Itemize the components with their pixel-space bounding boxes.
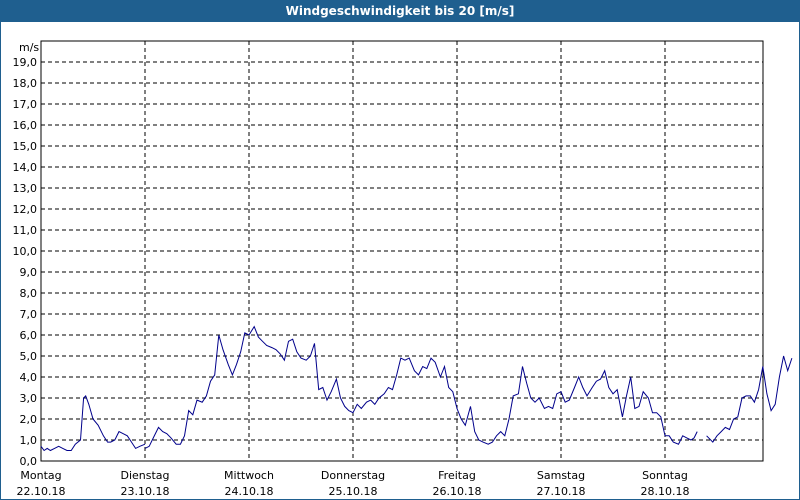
- chart-window: Windgeschwindigkeit bis 20 [m/s] m/s 0,0…: [0, 0, 800, 500]
- y-tick-label: 19,0: [13, 56, 38, 69]
- y-tick-label: 5,0: [20, 350, 38, 363]
- y-tick-label: 2,0: [20, 413, 38, 426]
- y-tick-label: 9,0: [20, 266, 38, 279]
- x-day-label: Dienstag: [120, 469, 169, 482]
- y-axis-ticks: 0,0 1,0 2,0 3,0 4,0 5,0 6,0 7,0 8,0 9,0 10,0 11,0 12…: [13, 56, 38, 468]
- y-tick-label: 7,0: [20, 308, 38, 321]
- x-day-label: Samstag: [537, 469, 585, 482]
- y-tick-label: 13,0: [13, 182, 38, 195]
- y-tick-label: 15,0: [13, 140, 38, 153]
- x-date-label: 25.10.18: [329, 485, 378, 498]
- x-day-label: Freitag: [438, 469, 476, 482]
- y-tick-label: 10,0: [13, 245, 38, 258]
- y-tick-label: 17,0: [13, 98, 38, 111]
- y-tick-label: 11,0: [13, 224, 38, 237]
- x-date-label: 27.10.18: [537, 485, 586, 498]
- y-tick-label: 8,0: [20, 287, 38, 300]
- y-tick-label: 16,0: [13, 119, 38, 132]
- wind-speed-chart: m/s 0,0 1,0 2,0 3,0 4,0 5,0 6,0 7,0 8,0 9,0 10,0 11…: [13, 40, 793, 498]
- y-tick-label: 4,0: [20, 371, 38, 384]
- y-tick-label: 6,0: [20, 329, 38, 342]
- x-axis-labels: Montag 22.10.18 Dienstag 23.10.18 Mittwoch 24…: [17, 469, 690, 498]
- x-date-label: 24.10.18: [225, 485, 274, 498]
- x-day-label: Montag: [20, 469, 61, 482]
- y-tick-label: 14,0: [13, 161, 38, 174]
- x-day-label: Donnerstag: [321, 469, 385, 482]
- x-date-label: 26.10.18: [433, 485, 482, 498]
- y-tick-label: 3,0: [20, 392, 38, 405]
- x-day-label: Sonntag: [642, 469, 688, 482]
- y-tick-label: 0,0: [20, 455, 38, 468]
- x-day-label: Mittwoch: [224, 469, 274, 482]
- x-date-label: 23.10.18: [121, 485, 170, 498]
- y-tick-label: 12,0: [13, 203, 38, 216]
- x-date-label: 22.10.18: [17, 485, 66, 498]
- x-date-label: 28.10.18: [641, 485, 690, 498]
- y-tick-label: 18,0: [13, 77, 38, 90]
- y-axis-label: m/s: [19, 41, 39, 54]
- y-tick-label: 1,0: [20, 434, 38, 447]
